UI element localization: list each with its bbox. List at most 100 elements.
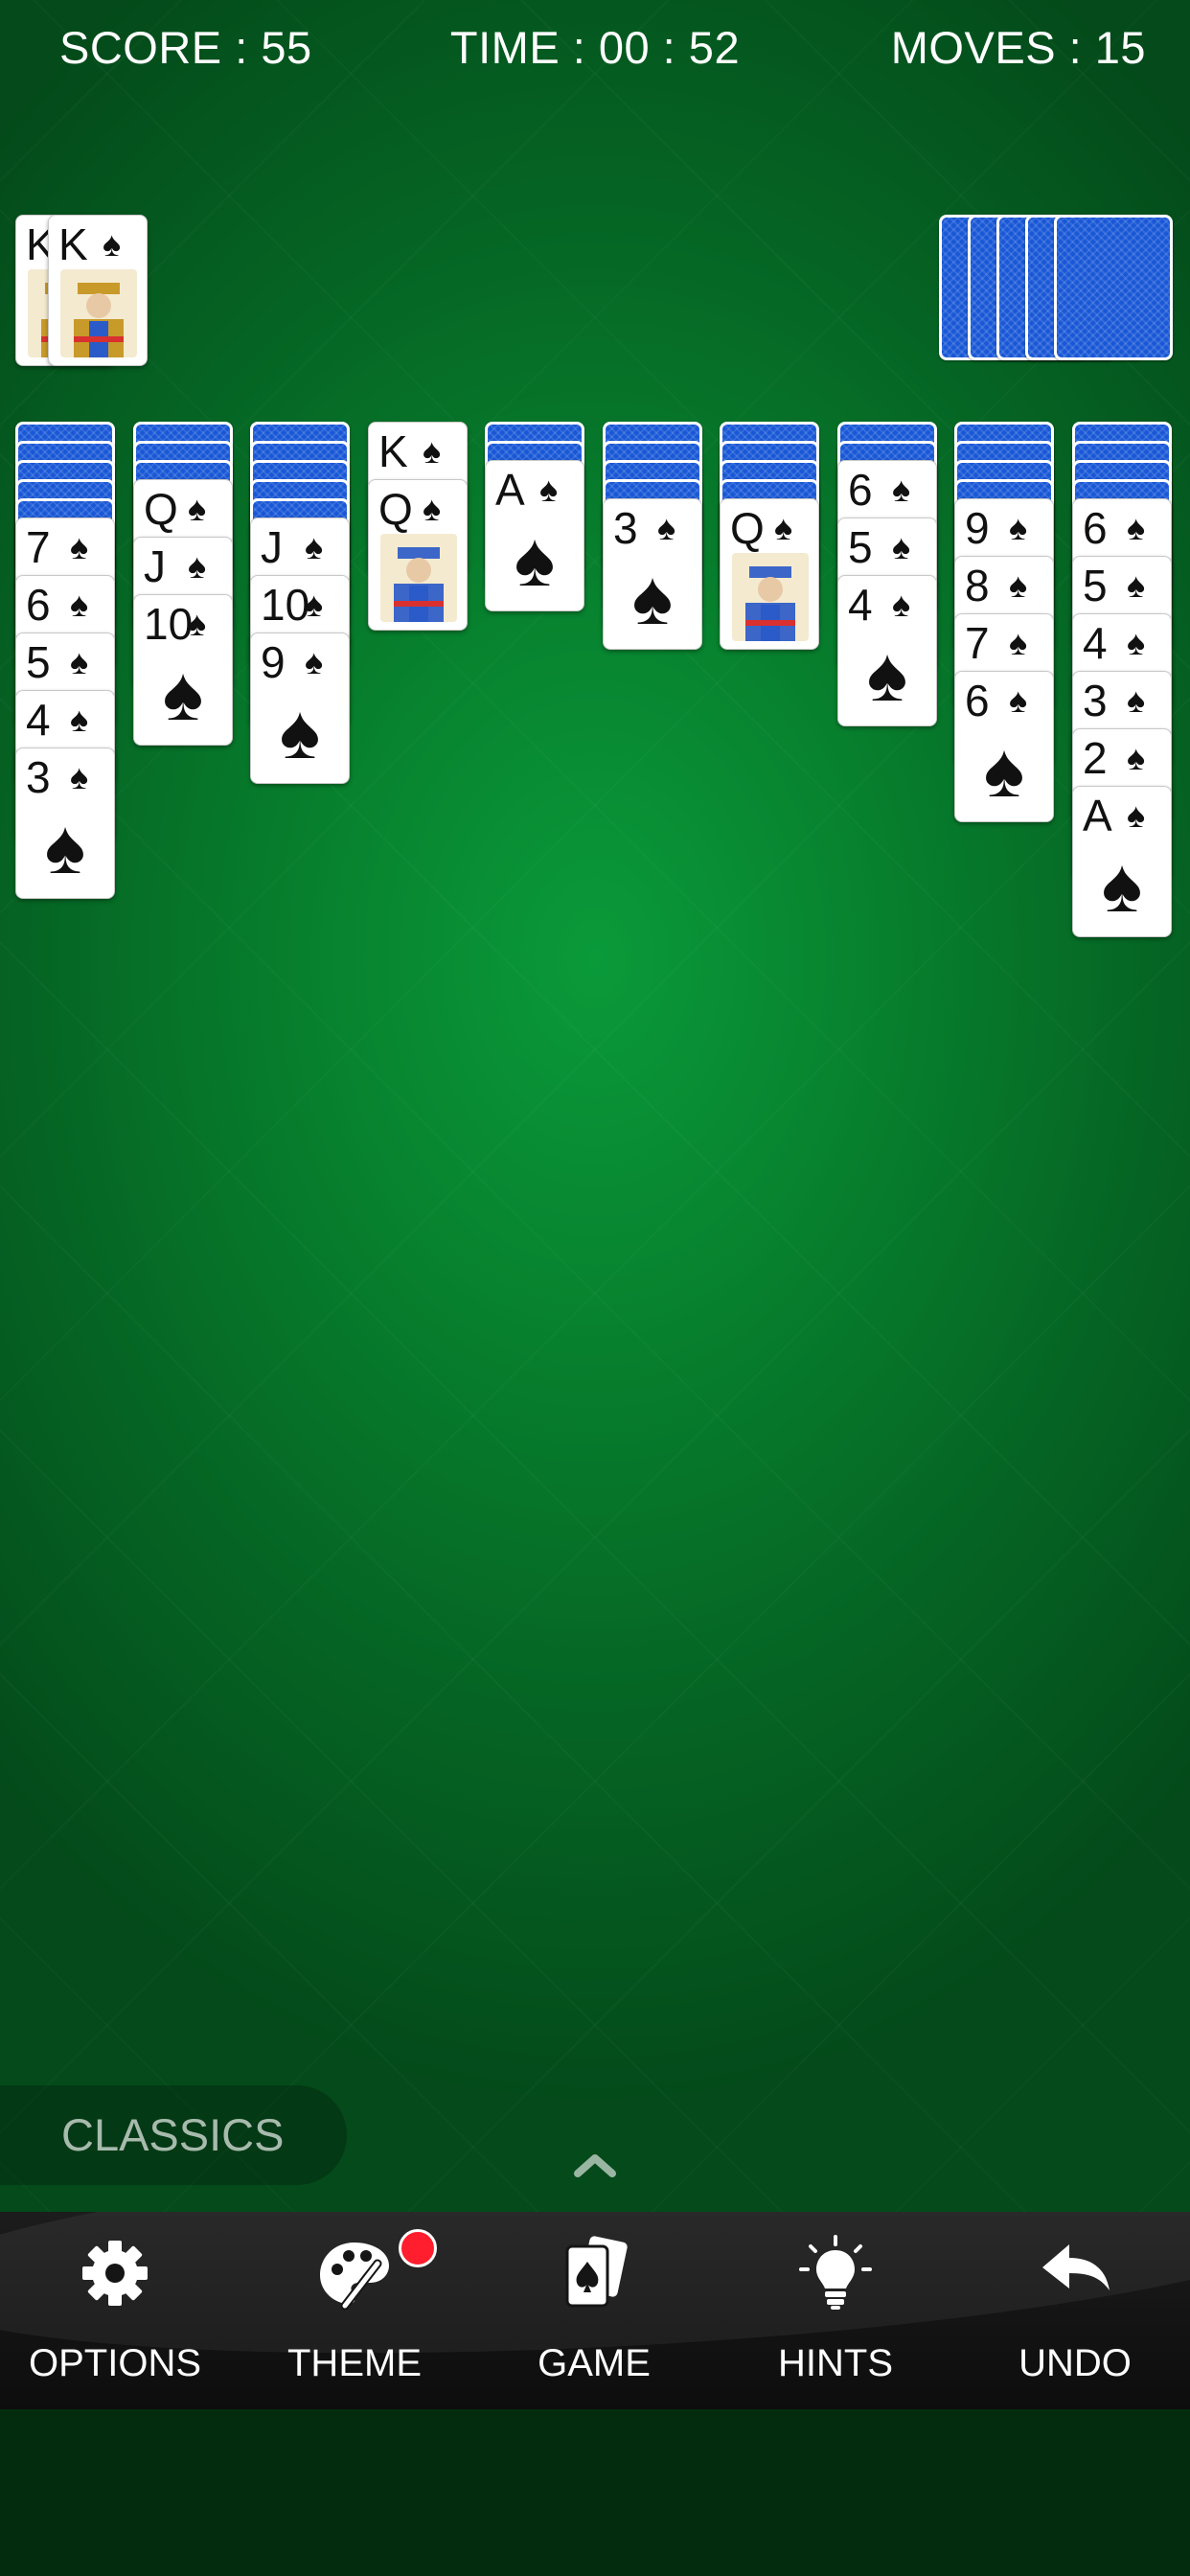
- spade-icon: ♠: [70, 642, 89, 681]
- face-card-portrait: [380, 534, 457, 622]
- spade-icon: ♠: [1127, 738, 1146, 777]
- card-face-up[interactable]: 6 ♠ ♠: [954, 671, 1054, 822]
- card-rank: J: [261, 522, 283, 572]
- card-face-up[interactable]: Q ♠: [368, 479, 468, 631]
- stock-deal: [1054, 215, 1173, 360]
- undo-label: UNDO: [1018, 2342, 1132, 2384]
- chevron-up-icon[interactable]: [574, 2150, 616, 2179]
- options-button[interactable]: OPTIONS: [0, 2212, 230, 2409]
- card-face-up[interactable]: 3 ♠ ♠: [15, 748, 115, 899]
- card-face-up[interactable]: 10 ♠ ♠: [133, 594, 233, 746]
- notification-badge: [399, 2229, 437, 2267]
- spade-icon: ♠: [892, 470, 911, 509]
- card-rank: 4: [1083, 618, 1108, 668]
- game-button[interactable]: GAME: [479, 2212, 709, 2409]
- spade-icon: ♠: [305, 642, 324, 681]
- card-rank: 6: [26, 580, 51, 630]
- card-rank: 9: [965, 503, 990, 553]
- card-face-up[interactable]: 3 ♠ ♠: [603, 498, 702, 650]
- spade-icon: ♠: [774, 508, 793, 547]
- card-rank: A: [495, 465, 525, 515]
- card-face-up[interactable]: Q ♠: [720, 498, 819, 650]
- card-rank: A: [1083, 791, 1112, 840]
- spade-icon: ♠: [1127, 795, 1146, 835]
- spade-icon: ♠: [162, 651, 204, 736]
- spade-icon: ♠: [1127, 680, 1146, 720]
- card-face-up[interactable]: A ♠ ♠: [1072, 786, 1172, 937]
- spade-icon: ♠: [70, 527, 89, 566]
- game-label: GAME: [538, 2342, 651, 2384]
- card-face-up[interactable]: 4 ♠ ♠: [837, 575, 937, 726]
- theme-label: THEME: [287, 2342, 422, 2384]
- spade-icon: ♠: [1101, 842, 1143, 928]
- spade-icon: ♠: [1009, 623, 1028, 662]
- spade-icon: ♠: [279, 689, 321, 774]
- face-card-portrait: [60, 269, 137, 357]
- spade-icon: ♠: [423, 431, 442, 471]
- spade-icon: ♠: [631, 555, 674, 640]
- spade-icon: ♠: [1127, 623, 1146, 662]
- spade-icon: ♠: [70, 757, 89, 796]
- card-rank: 7: [965, 618, 990, 668]
- card-rank: 3: [26, 752, 51, 802]
- card-rank: K: [58, 219, 88, 269]
- stock-pile[interactable]: [939, 215, 1173, 360]
- spade-icon: ♠: [866, 632, 908, 717]
- spade-icon: ♠: [539, 470, 559, 509]
- hints-button[interactable]: HINTS: [721, 2212, 950, 2409]
- card-rank: Q: [730, 503, 765, 553]
- card-rank: 5: [1083, 561, 1108, 610]
- spade-icon: ♠: [103, 224, 122, 264]
- spade-icon: ♠: [305, 527, 324, 566]
- card-rank: 7: [26, 522, 51, 572]
- options-label: OPTIONS: [28, 2342, 202, 2384]
- undo-icon: [1042, 2244, 1110, 2290]
- card-rank: 3: [613, 503, 638, 553]
- lightbulb-icon: [799, 2235, 872, 2310]
- spade-icon: ♠: [188, 546, 207, 586]
- spade-icon: ♠: [305, 585, 324, 624]
- face-card-portrait: [732, 553, 809, 641]
- spade-icon: ♠: [657, 508, 676, 547]
- undo-button[interactable]: UNDO: [960, 2212, 1190, 2409]
- completed-set-king[interactable]: K♠: [48, 215, 148, 366]
- card-rank: 4: [848, 580, 873, 630]
- card-rank: 10: [261, 580, 310, 630]
- spade-icon: ♠: [423, 489, 442, 528]
- card-rank: 4: [26, 695, 51, 745]
- game-table: SCORE : 55 TIME : 00 : 52 MOVES : 15 K♠K…: [0, 0, 1190, 2407]
- card-rank: J: [144, 541, 166, 591]
- card-rank: 6: [965, 676, 990, 725]
- card-rank: 9: [261, 637, 286, 687]
- spade-icon: ♠: [1009, 680, 1028, 720]
- card-rank: 10: [144, 599, 194, 649]
- card-rank: 5: [848, 522, 873, 572]
- card-rank: 3: [1083, 676, 1108, 725]
- card-rank: 8: [965, 561, 990, 610]
- bottom-background: [0, 2409, 1190, 2576]
- spade-icon: ♠: [1127, 508, 1146, 547]
- spade-icon: ♠: [44, 804, 86, 889]
- gear-icon: [82, 2241, 148, 2306]
- palette-icon: [320, 2242, 389, 2311]
- card-rank: 5: [26, 637, 51, 687]
- spade-icon: ♠: [70, 700, 89, 739]
- spade-icon: ♠: [188, 604, 207, 643]
- card-rank: Q: [378, 484, 413, 534]
- spade-icon: ♠: [1009, 565, 1028, 605]
- cards-icon: [565, 2236, 628, 2308]
- card-face-up[interactable]: 9 ♠ ♠: [250, 632, 350, 784]
- spade-icon: ♠: [983, 727, 1025, 813]
- card-rank: Q: [144, 484, 178, 534]
- spade-icon: ♠: [188, 489, 207, 528]
- card-rank: K: [378, 426, 408, 476]
- card-rank: 6: [848, 465, 873, 515]
- spade-icon: ♠: [70, 585, 89, 624]
- card-rank: 6: [1083, 503, 1108, 553]
- mode-label-classics[interactable]: CLASSICS: [0, 2085, 347, 2185]
- moves-display: MOVES : 15: [890, 22, 1146, 73]
- card-face-up[interactable]: A ♠ ♠: [485, 460, 584, 611]
- bottom-toolbar: OPTIONS THEME GAME HINTS UNDO: [0, 2212, 1190, 2409]
- hints-label: HINTS: [778, 2342, 893, 2384]
- spade-icon: ♠: [1009, 508, 1028, 547]
